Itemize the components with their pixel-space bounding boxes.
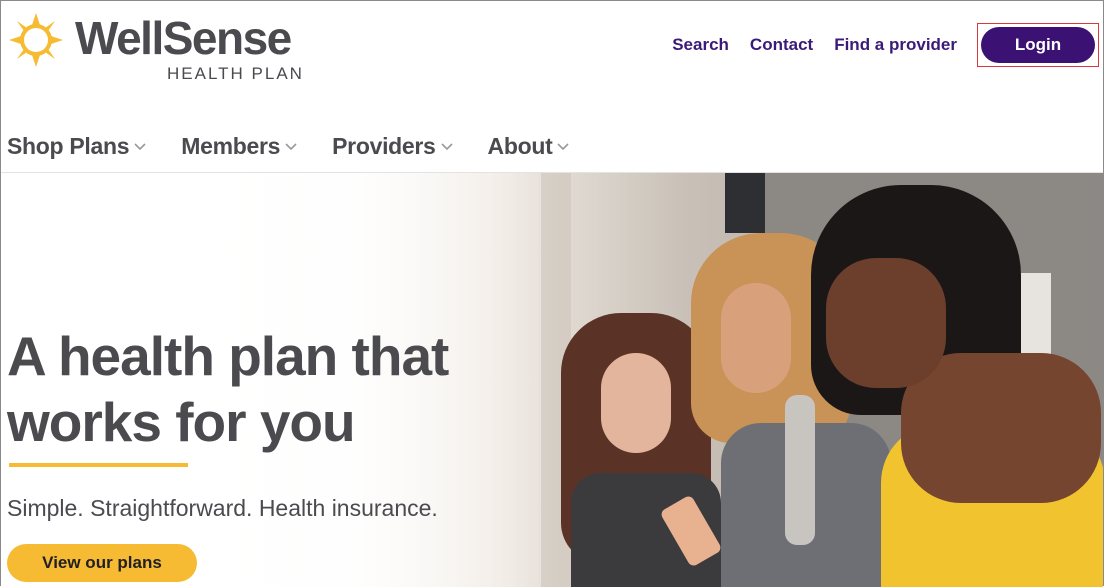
site-header: WellSense HEALTH PLAN Search Contact Fin…: [1, 1, 1103, 101]
brand-subtitle: HEALTH PLAN: [167, 64, 304, 83]
wellsense-logo[interactable]: WellSense HEALTH PLAN: [7, 9, 307, 85]
woman-middle-face: [721, 283, 791, 393]
nav-item-label: About: [487, 132, 553, 159]
chevron-down-icon: [440, 143, 453, 151]
chevron-down-icon: [285, 143, 297, 151]
headline-underline: [9, 463, 188, 467]
hero-headline: A health plan that works for you: [7, 325, 449, 453]
nav-item-label: Shop Plans: [7, 132, 130, 159]
sun-logo-icon: [9, 13, 63, 67]
nav-item-label: Providers: [332, 132, 436, 159]
contact-link[interactable]: Contact: [750, 35, 813, 55]
login-button[interactable]: Login: [981, 27, 1095, 63]
nav-item-members[interactable]: Members: [181, 119, 298, 173]
chevron-down-icon: [134, 143, 146, 151]
woman-right-face: [826, 258, 946, 388]
search-link[interactable]: Search: [672, 35, 729, 55]
hero-subheadline: Simple. Straightforward. Health insuranc…: [7, 495, 438, 521]
login-highlight-box: Login: [977, 23, 1099, 67]
main-nav: Shop Plans Members Providers About: [1, 119, 1103, 171]
hero-section: A health plan that works for you Simple.…: [1, 173, 1103, 587]
utility-nav: Search Contact Find a provider Login: [651, 1, 1103, 89]
nav-item-about[interactable]: About: [488, 119, 571, 173]
woman-right-arm: [901, 353, 1101, 503]
nav-item-shop-plans[interactable]: Shop Plans: [7, 119, 147, 173]
chevron-down-icon: [557, 143, 570, 151]
water-bottle: [785, 395, 815, 545]
photo-pillar: [725, 173, 765, 233]
woman-left-face: [601, 353, 671, 453]
nav-item-label: Members: [181, 132, 281, 159]
find-a-provider-link[interactable]: Find a provider: [834, 35, 957, 55]
brand-name: WellSense: [75, 12, 292, 64]
view-our-plans-button[interactable]: View our plans: [7, 544, 197, 582]
nav-item-providers[interactable]: Providers: [332, 119, 453, 173]
